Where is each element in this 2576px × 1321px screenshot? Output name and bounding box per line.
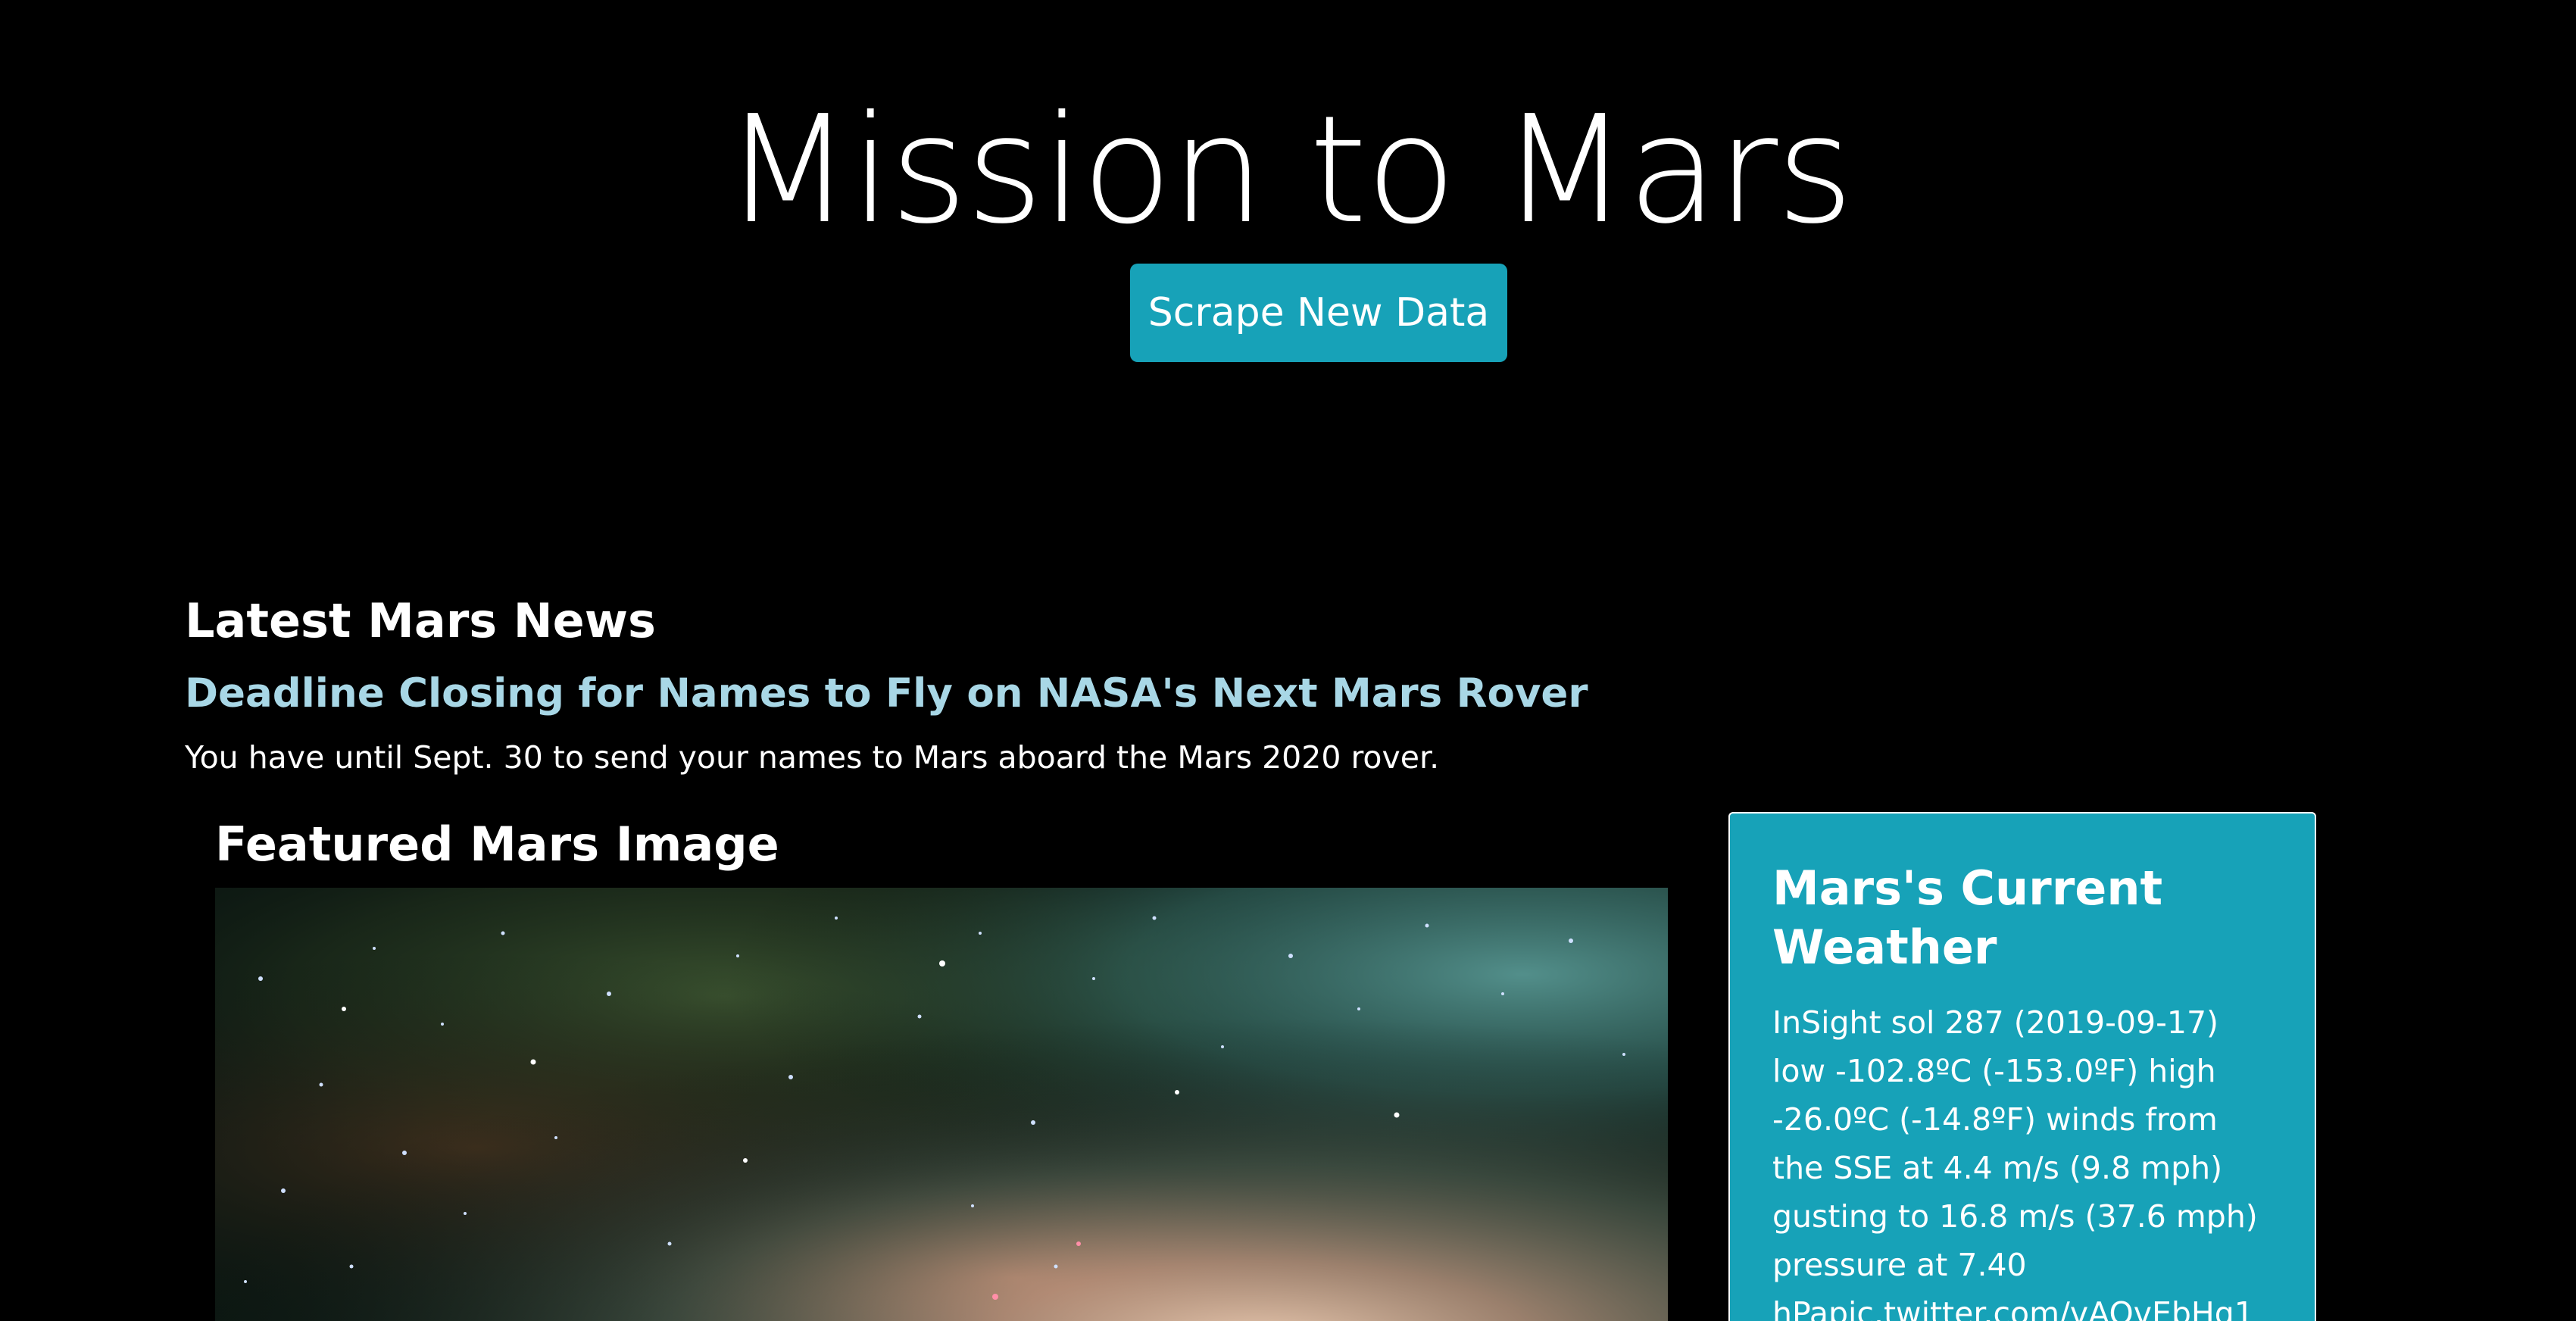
featured-image-heading: Featured Mars Image (215, 817, 779, 872)
page-title: Mission to Mars (723, 84, 1854, 257)
news-headline-link[interactable]: Deadline Closing for Names to Fly on NAS… (185, 662, 1588, 726)
weather-title: Mars's Current Weather (1772, 860, 2163, 975)
scrape-new-data-button[interactable]: Scrape New Data (1130, 264, 1507, 362)
jumbotron-header: Mission to Mars Scrape New Data (0, 0, 2576, 394)
latest-news-heading: Latest Mars News (185, 593, 656, 648)
weather-report: InSight sol 287 (2019-09-17) low -102.8º… (1772, 1004, 2258, 1321)
page: Mission to Mars Scrape New Data Latest M… (0, 0, 2576, 1321)
featured-mars-image[interactable] (215, 888, 1668, 1321)
weather-card: Mars's Current Weather InSight sol 287 (… (1728, 812, 2316, 1321)
nebula-picture (215, 888, 1668, 1321)
news-teaser: You have until Sept. 30 to send your nam… (185, 739, 1440, 776)
